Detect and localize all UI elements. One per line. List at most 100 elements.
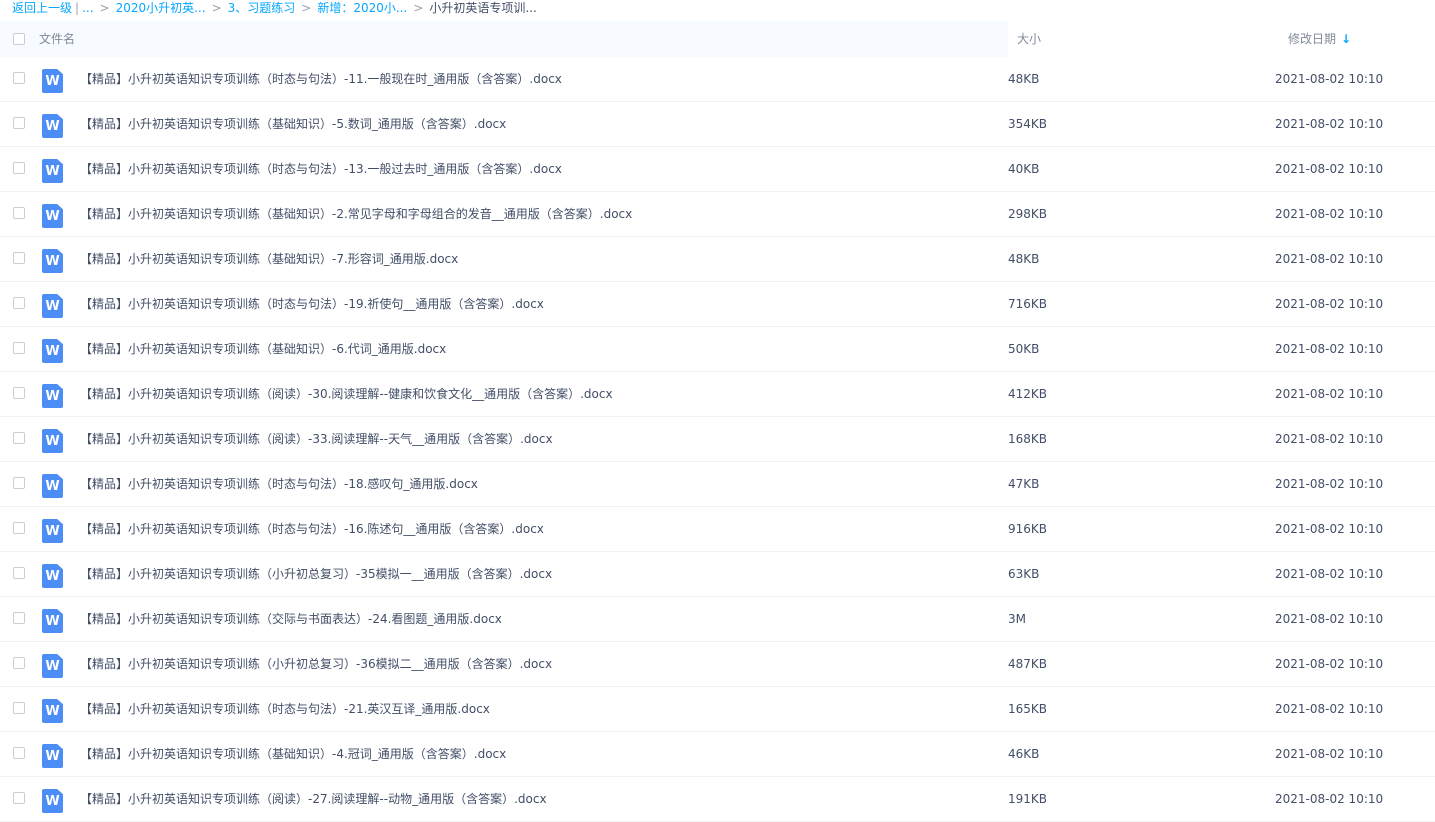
file-date: 2021-08-02 10:10 bbox=[1275, 567, 1384, 581]
file-row[interactable]: W 【精品】小升初英语知识专项训练（时态与句法）-11.一般现在时_通用版（含答案… bbox=[0, 57, 1435, 102]
breadcrumb-ellipsis[interactable]: ... bbox=[82, 1, 93, 15]
file-size: 298KB bbox=[1008, 207, 1048, 221]
word-doc-icon: W bbox=[42, 474, 63, 498]
file-date: 2021-08-02 10:10 bbox=[1275, 297, 1384, 311]
file-name[interactable]: 【精品】小升初英语知识专项训练（阅读）-33.阅读理解--天气__通用版（含答案… bbox=[80, 417, 553, 462]
row-checkbox[interactable] bbox=[13, 432, 25, 444]
row-checkbox[interactable] bbox=[13, 162, 25, 174]
file-name[interactable]: 【精品】小升初英语知识专项训练（时态与句法）-18.感叹句_通用版.docx bbox=[80, 462, 478, 507]
file-date: 2021-08-02 10:10 bbox=[1275, 612, 1384, 626]
word-doc-icon: W bbox=[42, 654, 63, 678]
column-header-date[interactable]: 修改日期 ↓ bbox=[1288, 21, 1351, 57]
file-name[interactable]: 【精品】小升初英语知识专项训练（时态与句法）-11.一般现在时_通用版（含答案）… bbox=[80, 57, 562, 102]
file-date: 2021-08-02 10:10 bbox=[1275, 72, 1384, 86]
file-size: 48KB bbox=[1008, 252, 1040, 266]
word-doc-icon: W bbox=[42, 69, 63, 93]
row-checkbox[interactable] bbox=[13, 522, 25, 534]
file-list: W 【精品】小升初英语知识专项训练（时态与句法）-11.一般现在时_通用版（含答案… bbox=[0, 57, 1435, 822]
breadcrumb-separator: > bbox=[211, 1, 222, 15]
row-checkbox[interactable] bbox=[13, 792, 25, 804]
breadcrumb-separator: > bbox=[301, 1, 312, 15]
file-date: 2021-08-02 10:10 bbox=[1275, 387, 1384, 401]
file-name[interactable]: 【精品】小升初英语知识专项训练（阅读）-30.阅读理解--健康和饮食文化__通用… bbox=[80, 372, 613, 417]
word-doc-icon: W bbox=[42, 294, 63, 318]
file-size: 168KB bbox=[1008, 432, 1048, 446]
file-name[interactable]: 【精品】小升初英语知识专项训练（时态与句法）-19.祈使句__通用版（含答案）.… bbox=[80, 282, 544, 327]
file-row[interactable]: W 【精品】小升初英语知识专项训练（交际与书面表达）-24.看图题_通用版.doc… bbox=[0, 597, 1435, 642]
breadcrumb-item[interactable]: 新增：2020小... bbox=[317, 1, 407, 15]
file-date: 2021-08-02 10:10 bbox=[1275, 432, 1384, 446]
file-name[interactable]: 【精品】小升初英语知识专项训练（时态与句法）-16.陈述句__通用版（含答案）.… bbox=[80, 507, 544, 552]
word-doc-icon: W bbox=[42, 249, 63, 273]
file-size: 916KB bbox=[1008, 522, 1048, 536]
file-row[interactable]: W 【精品】小升初英语知识专项训练（小升初总复习）-36模拟二__通用版（含答案）… bbox=[0, 642, 1435, 687]
file-name[interactable]: 【精品】小升初英语知识专项训练（小升初总复习）-35模拟一__通用版（含答案）.… bbox=[80, 552, 552, 597]
select-all-checkbox[interactable] bbox=[13, 33, 25, 45]
file-name[interactable]: 【精品】小升初英语知识专项训练（基础知识）-2.常见字母和字母组合的发音__通用… bbox=[80, 192, 632, 237]
word-doc-icon: W bbox=[42, 744, 63, 768]
row-checkbox[interactable] bbox=[13, 567, 25, 579]
file-row[interactable]: W 【精品】小升初英语知识专项训练（阅读）-33.阅读理解--天气__通用版（含答… bbox=[0, 417, 1435, 462]
file-name[interactable]: 【精品】小升初英语知识专项训练（时态与句法）-21.英汉互译_通用版.docx bbox=[80, 687, 490, 732]
file-row[interactable]: W 【精品】小升初英语知识专项训练（时态与句法）-21.英汉互译_通用版.docx… bbox=[0, 687, 1435, 732]
back-link[interactable]: 返回上一级 bbox=[12, 1, 72, 15]
file-name[interactable]: 【精品】小升初英语知识专项训练（时态与句法）-13.一般过去时_通用版（含答案）… bbox=[80, 147, 562, 192]
file-row[interactable]: W 【精品】小升初英语知识专项训练（阅读）-27.阅读理解--动物_通用版（含答案… bbox=[0, 777, 1435, 822]
row-checkbox[interactable] bbox=[13, 612, 25, 624]
row-checkbox[interactable] bbox=[13, 117, 25, 129]
file-row[interactable]: W 【精品】小升初英语知识专项训练（基础知识）-6.代词_通用版.docx 50KB… bbox=[0, 327, 1435, 372]
file-row[interactable]: W 【精品】小升初英语知识专项训练（基础知识）-7.形容词_通用版.docx 48K… bbox=[0, 237, 1435, 282]
breadcrumb-item[interactable]: 3、习题练习 bbox=[228, 1, 296, 15]
file-name[interactable]: 【精品】小升初英语知识专项训练（基础知识）-5.数词_通用版（含答案）.docx bbox=[80, 102, 506, 147]
file-row[interactable]: W 【精品】小升初英语知识专项训练（阅读）-30.阅读理解--健康和饮食文化__通… bbox=[0, 372, 1435, 417]
row-checkbox[interactable] bbox=[13, 747, 25, 759]
file-date: 2021-08-02 10:10 bbox=[1275, 522, 1384, 536]
file-size: 40KB bbox=[1008, 162, 1040, 176]
column-header-size[interactable]: 大小 bbox=[1017, 21, 1041, 57]
file-row[interactable]: W 【精品】小升初英语知识专项训练（基础知识）-5.数词_通用版（含答案）.doc… bbox=[0, 102, 1435, 147]
breadcrumb: 返回上一级 |... >2020小升初英... >3、习题练习 > 新增：2020小...… bbox=[12, 0, 537, 16]
file-date: 2021-08-02 10:10 bbox=[1275, 162, 1384, 176]
word-doc-icon: W bbox=[42, 699, 63, 723]
file-row[interactable]: W 【精品】小升初英语知识专项训练（时态与句法）-16.陈述句__通用版（含答案）… bbox=[0, 507, 1435, 552]
file-size: 191KB bbox=[1008, 792, 1048, 806]
row-checkbox[interactable] bbox=[13, 342, 25, 354]
word-doc-icon: W bbox=[42, 384, 63, 408]
file-row[interactable]: W 【精品】小升初英语知识专项训练（时态与句法）-19.祈使句__通用版（含答案）… bbox=[0, 282, 1435, 327]
row-checkbox[interactable] bbox=[13, 297, 25, 309]
row-checkbox[interactable] bbox=[13, 477, 25, 489]
file-name[interactable]: 【精品】小升初英语知识专项训练（基础知识）-4.冠词_通用版（含答案）.docx bbox=[80, 732, 506, 777]
row-checkbox[interactable] bbox=[13, 207, 25, 219]
file-name[interactable]: 【精品】小升初英语知识专项训练（交际与书面表达）-24.看图题_通用版.docx bbox=[80, 597, 502, 642]
file-date: 2021-08-02 10:10 bbox=[1275, 117, 1384, 131]
file-date: 2021-08-02 10:10 bbox=[1275, 792, 1384, 806]
file-name[interactable]: 【精品】小升初英语知识专项训练（小升初总复习）-36模拟二__通用版（含答案）.… bbox=[80, 642, 552, 687]
row-checkbox[interactable] bbox=[13, 72, 25, 84]
file-row[interactable]: W 【精品】小升初英语知识专项训练（基础知识）-2.常见字母和字母组合的发音__通… bbox=[0, 192, 1435, 237]
file-list-header: 文件名 大小 修改日期 ↓ bbox=[0, 21, 1435, 57]
breadcrumb-divider: | bbox=[75, 1, 80, 15]
file-date: 2021-08-02 10:10 bbox=[1275, 657, 1384, 671]
file-date: 2021-08-02 10:10 bbox=[1275, 342, 1384, 356]
row-checkbox[interactable] bbox=[13, 387, 25, 399]
row-checkbox[interactable] bbox=[13, 252, 25, 264]
file-date: 2021-08-02 10:10 bbox=[1275, 477, 1384, 491]
name-column-header-bg bbox=[0, 21, 1008, 57]
word-doc-icon: W bbox=[42, 789, 63, 813]
file-size: 46KB bbox=[1008, 747, 1040, 761]
file-date: 2021-08-02 10:10 bbox=[1275, 207, 1384, 221]
column-header-name[interactable]: 文件名 bbox=[39, 21, 75, 57]
file-row[interactable]: W 【精品】小升初英语知识专项训练（小升初总复习）-35模拟一__通用版（含答案）… bbox=[0, 552, 1435, 597]
row-checkbox[interactable] bbox=[13, 702, 25, 714]
word-doc-icon: W bbox=[42, 204, 63, 228]
sort-down-arrow-icon[interactable]: ↓ bbox=[1341, 32, 1351, 46]
file-size: 354KB bbox=[1008, 117, 1048, 131]
breadcrumb-item[interactable]: 2020小升初英... bbox=[116, 1, 206, 15]
file-row[interactable]: W 【精品】小升初英语知识专项训练（时态与句法）-13.一般过去时_通用版（含答案… bbox=[0, 147, 1435, 192]
file-row[interactable]: W 【精品】小升初英语知识专项训练（时态与句法）-18.感叹句_通用版.docx 4… bbox=[0, 462, 1435, 507]
file-name[interactable]: 【精品】小升初英语知识专项训练（基础知识）-7.形容词_通用版.docx bbox=[80, 237, 458, 282]
file-name[interactable]: 【精品】小升初英语知识专项训练（基础知识）-6.代词_通用版.docx bbox=[80, 327, 446, 372]
row-checkbox[interactable] bbox=[13, 657, 25, 669]
file-name[interactable]: 【精品】小升初英语知识专项训练（阅读）-27.阅读理解--动物_通用版（含答案）… bbox=[80, 777, 547, 822]
file-row[interactable]: W 【精品】小升初英语知识专项训练（基础知识）-4.冠词_通用版（含答案）.doc… bbox=[0, 732, 1435, 777]
